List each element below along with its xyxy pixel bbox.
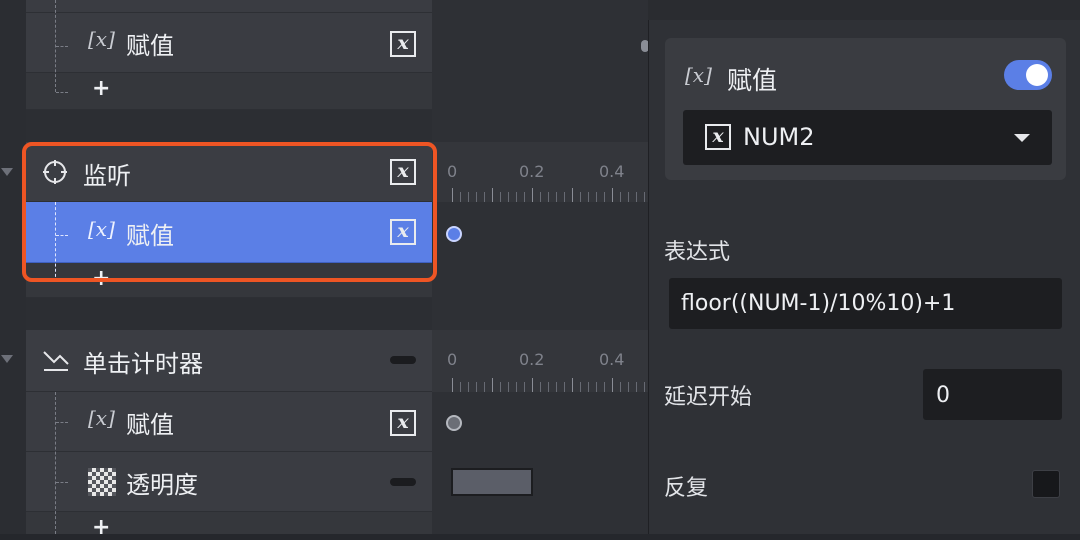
keyframe-pill-icon[interactable] [390,356,416,364]
layer-label: 赋值 [126,32,174,60]
ruler-major-ticks [452,378,648,392]
checkerboard-icon [88,468,116,496]
trend-icon [43,351,69,371]
variable-box-icon: x [705,124,731,150]
tree-branch [56,482,68,483]
expression-value: floor((NUM-1)/10%10)+1 [681,291,956,316]
add-icon[interactable]: + [92,76,110,101]
collapse-click-timer-icon[interactable] [1,355,13,363]
tick-label: 0 [447,350,458,369]
timeline-ruler-click-timer[interactable]: 0 0.2 0.4 [432,330,648,392]
add-row-group0[interactable]: + [26,73,432,110]
tick-label: 0.2 [519,162,545,181]
delay-input[interactable]: 0 [923,369,1062,420]
layer-row-assign-group0[interactable]: [x] 赋值 x [26,13,432,73]
tick-label: 0.4 [599,162,625,181]
repeat-checkbox[interactable] [1032,470,1060,498]
tree-line [55,392,56,534]
chevron-down-icon [1014,134,1030,142]
expression-label: 表达式 [664,240,731,265]
timeline-area [432,0,648,534]
repeat-label: 反复 [664,476,709,501]
layer-label: 赋值 [126,411,174,439]
variable-box-icon[interactable]: x [390,31,416,57]
add-row-click-timer[interactable]: + [26,512,432,540]
keyframe-dot-selected[interactable] [446,226,462,242]
collapse-listen-icon[interactable] [1,168,13,176]
variable-box-icon[interactable]: x [390,410,416,436]
keyframe-pill-icon[interactable] [390,478,416,486]
toggle-knob [1026,64,1048,86]
variable-icon: [x] [88,406,115,430]
add-icon[interactable]: + [92,515,110,540]
highlight-frame [22,142,437,282]
variable-select[interactable]: x NUM2 [683,110,1052,165]
layer-row-assign-click-timer[interactable]: [x] 赋值 x [26,392,432,452]
expression-input[interactable]: floor((NUM-1)/10%10)+1 [669,278,1062,329]
layer-row-top-cut [26,0,432,13]
card-title: 赋值 [727,66,778,95]
tick-label: 0.4 [599,350,625,369]
group-separator [26,298,432,330]
panel-header-strip [648,0,1080,20]
tree-branch [56,46,68,47]
keyframe-dot[interactable] [446,415,462,431]
variable-icon: [x] [88,27,115,51]
tree-branch [56,422,68,423]
timeline-ruler-listen[interactable]: 0 0.2 0.4 [432,142,648,202]
group-title: 单击计时器 [83,350,203,378]
tick-label: 0.2 [519,350,545,369]
keyframe-bar[interactable] [451,468,533,496]
layer-group-click-timer[interactable]: 单击计时器 [26,330,432,392]
ruler-major-ticks [452,188,648,202]
tick-label: 0 [447,162,458,181]
delay-value: 0 [936,383,950,408]
delay-label: 延迟开始 [664,385,753,410]
select-value: NUM2 [743,123,815,151]
layer-row-opacity[interactable]: 透明度 [26,452,432,512]
enable-toggle[interactable] [1004,60,1052,90]
group-separator [26,110,432,142]
variable-icon: [x] [685,63,712,87]
layer-label: 透明度 [126,471,198,499]
tree-branch [56,92,68,93]
